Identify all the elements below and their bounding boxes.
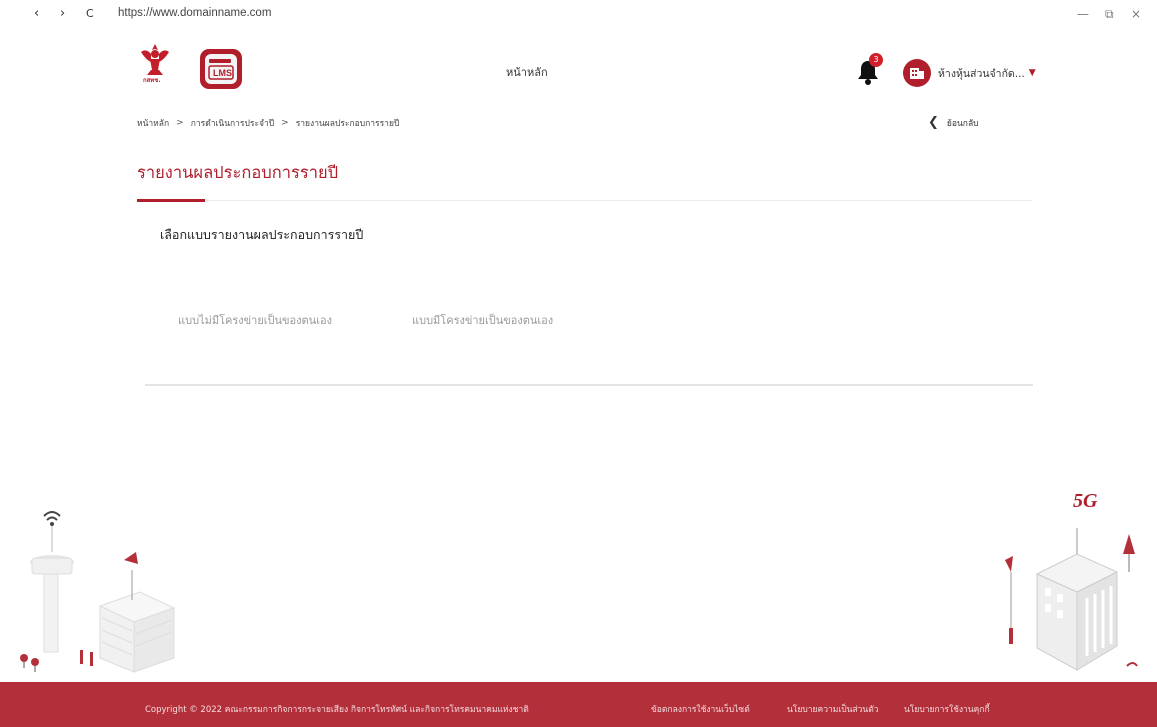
back-button[interactable]: ❮ ย้อนกลับ — [928, 115, 979, 130]
tower-illustration — [20, 511, 176, 673]
nbtc-logo-caption: กสทช. — [143, 77, 161, 84]
lms-logo-text: LMS — [213, 68, 232, 78]
5g-badge: 5G — [1073, 490, 1098, 512]
title-accent-bar — [137, 199, 205, 202]
window-restore-button[interactable]: ⧉ — [1105, 7, 1114, 22]
right-illustration: 5G — [995, 488, 1155, 680]
content-divider — [145, 384, 1033, 386]
nav-home-link[interactable]: หน้าหลัก — [506, 63, 548, 81]
address-bar[interactable]: https://www.domainname.com — [118, 7, 271, 19]
breadcrumb-current: รายงานผลประกอบการรายปี — [295, 119, 400, 129]
nbtc-logo[interactable]: กสทช. — [138, 42, 172, 88]
chevron-right-icon: > — [176, 118, 184, 128]
footer-link-terms[interactable]: ข้อตกลงการใช้งานเว็บไซต์ — [651, 702, 750, 716]
chevron-left-icon: ❮ — [928, 115, 939, 130]
breadcrumb-home[interactable]: หน้าหลัก — [137, 116, 169, 130]
browser-bar: ‹ › C https://www.domainname.com — ⧉ × — [0, 0, 1157, 30]
window-minimize-button[interactable]: — — [1077, 7, 1089, 21]
company-name: ห้างหุ้นส่วนจำกัด... — [938, 67, 1025, 80]
breadcrumb-annual-operations[interactable]: การดำเนินการประจำปี — [191, 116, 274, 130]
footer-copyright: Copyright © 2022 คณะกรรมการกิจการกระจายเ… — [145, 705, 529, 715]
company-avatar — [903, 59, 931, 87]
browser-back-button[interactable]: ‹ — [34, 6, 39, 21]
option-own-network[interactable]: แบบมีโครงข่ายเป็นของตนเอง — [412, 311, 553, 329]
company-selector[interactable]: ห้างหุ้นส่วนจำกัด... ▼ — [903, 59, 1036, 87]
footer-link-cookies[interactable]: นโยบายการใช้งานคุกกี้ — [904, 702, 990, 716]
caret-down-icon: ▼ — [1028, 68, 1036, 78]
browser-forward-button[interactable]: › — [60, 6, 65, 21]
footer-link-privacy[interactable]: นโยบายความเป็นส่วนตัว — [787, 702, 879, 716]
breadcrumb: หน้าหลัก > การดำเนินการประจำปี > รายงานผ… — [137, 116, 399, 130]
notification-button[interactable]: 3 — [857, 53, 883, 86]
building-icon — [910, 68, 924, 79]
title-divider — [137, 200, 1032, 201]
section-heading: เลือกแบบรายงานผลประกอบการรายปี — [160, 227, 364, 242]
5g-building-illustration — [1005, 528, 1138, 671]
window-close-button[interactable]: × — [1131, 7, 1141, 21]
footer: Copyright © 2022 คณะกรรมการกิจการกระจายเ… — [0, 682, 1157, 727]
page-title: รายงานผลประกอบการรายปี — [137, 163, 339, 182]
lms-logo[interactable]: LMS — [198, 47, 244, 91]
notification-badge: 3 — [869, 53, 883, 67]
left-illustration — [14, 500, 194, 680]
option-no-own-network[interactable]: แบบไม่มีโครงข่ายเป็นของตนเอง — [178, 311, 332, 329]
chevron-right-icon: > — [281, 118, 289, 128]
browser-reload-button[interactable]: C — [86, 7, 94, 20]
back-label: ย้อนกลับ — [946, 118, 979, 129]
